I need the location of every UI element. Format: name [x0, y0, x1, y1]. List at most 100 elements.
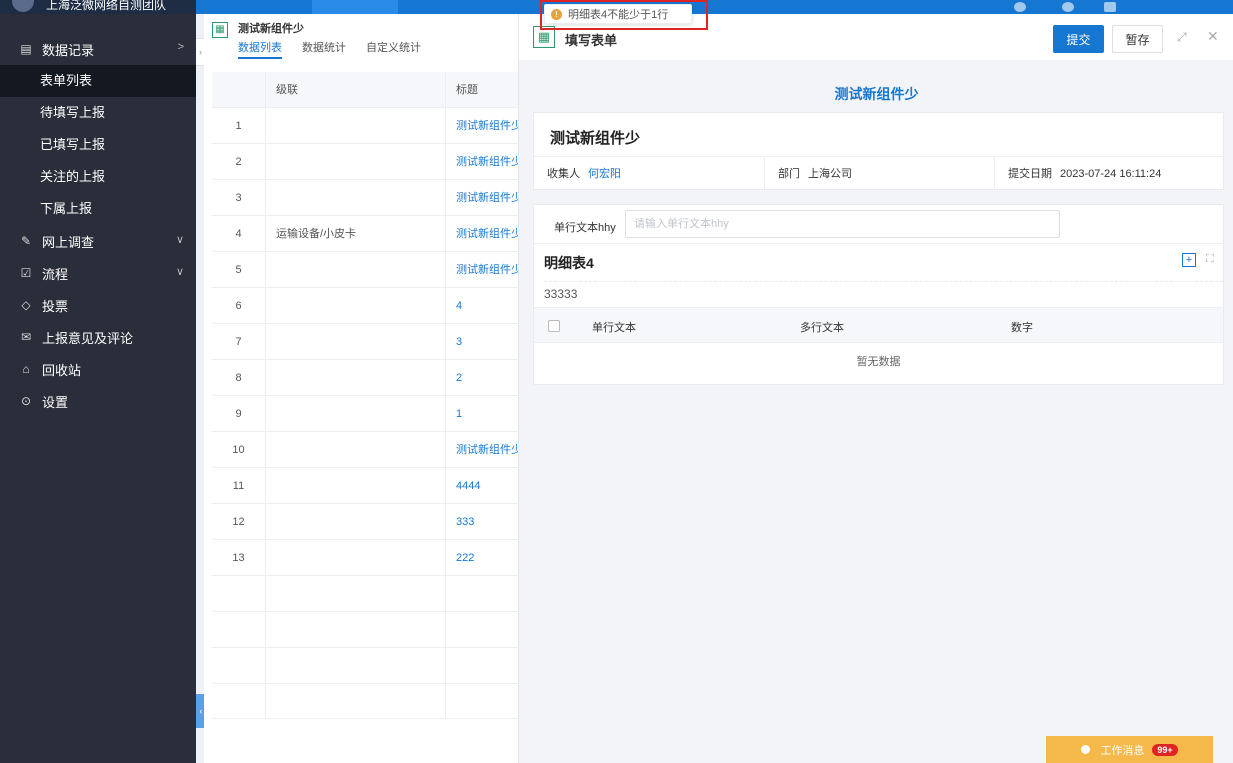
- sidebar-item-flow[interactable]: ☑ 流程 ∨: [0, 257, 196, 289]
- single-line-text-input[interactable]: [625, 210, 1060, 238]
- table-row[interactable]: 73: [212, 324, 518, 360]
- sidebar-item-survey[interactable]: ✎ 网上调查 ∨: [0, 225, 196, 257]
- toast-highlight-box: ! 明细表4不能少于1行: [540, 0, 708, 30]
- title-link[interactable]: 2: [446, 360, 518, 395]
- row-index: 10: [212, 432, 266, 467]
- title-link[interactable]: 测试新组件少: [446, 216, 518, 251]
- table-row[interactable]: 3 测试新组件少: [212, 180, 518, 216]
- comment-icon: ✉: [20, 330, 32, 344]
- column-header-title: 标题: [456, 84, 478, 96]
- empty-cell: [446, 648, 518, 683]
- list-tabs: 数据列表 数据统计 自定义统计: [238, 39, 441, 59]
- divider: [534, 156, 1223, 157]
- sidebar-item-label: 网上调查: [42, 234, 95, 250]
- column-header-number: 数字: [1011, 322, 1033, 334]
- close-icon[interactable]: ✕: [1207, 28, 1219, 45]
- table-row[interactable]: 11 4444: [212, 468, 518, 504]
- cascade-cell: [266, 108, 446, 143]
- form-panel-title: 填写表单: [565, 33, 618, 48]
- select-all-checkbox[interactable]: [548, 320, 560, 332]
- title-link[interactable]: 测试新组件少: [446, 180, 518, 215]
- sidebar-subitem-subordinate[interactable]: 下属上报: [0, 193, 196, 225]
- divider: [534, 243, 1223, 244]
- sidebar-item-settings[interactable]: ⊙ 设置: [0, 385, 196, 417]
- empty-cell: [446, 576, 518, 611]
- sidebar: ▤ 数据记录 > 表单列表 待填写上报 已填写上报 关注的上报 下属上报 ✎ 网…: [0, 14, 196, 763]
- sidebar-subitem-followed[interactable]: 关注的上报: [0, 161, 196, 193]
- row-index: 11: [212, 468, 266, 503]
- sidebar-subitem-filled[interactable]: 已填写上报: [0, 129, 196, 161]
- empty-cell: [212, 684, 266, 719]
- data-table: 级联 标题 1 测试新组件少 2 测试新组件少 3 测试新组件少 4 运输设备/小皮卡 测试新组…: [212, 72, 518, 720]
- table-row[interactable]: 13 222: [212, 540, 518, 576]
- tab-custom-stats[interactable]: 自定义统计: [366, 39, 421, 59]
- title-link[interactable]: 4444: [446, 468, 518, 503]
- expand-icon[interactable]: ⤢: [1177, 30, 1187, 45]
- title-link[interactable]: 1: [446, 396, 518, 431]
- submit-button[interactable]: 提交: [1053, 25, 1104, 53]
- sidebar-item-label: 回收站: [42, 362, 82, 378]
- edit-icon: ✎: [20, 234, 32, 248]
- tab-data-stats[interactable]: 数据统计: [302, 39, 346, 59]
- collector-value[interactable]: 何宏阳: [588, 168, 621, 180]
- avatar[interactable]: [12, 0, 34, 12]
- table-row[interactable]: 82: [212, 360, 518, 396]
- cascade-cell: [266, 504, 446, 539]
- row-index: 6: [212, 288, 266, 323]
- row-index: 5: [212, 252, 266, 287]
- empty-cell: [212, 648, 266, 683]
- table-row[interactable]: 64: [212, 288, 518, 324]
- title-link[interactable]: 4: [446, 288, 518, 323]
- empty-cell: [212, 612, 266, 647]
- table-row[interactable]: 5 测试新组件少: [212, 252, 518, 288]
- table-body: 1 测试新组件少 2 测试新组件少 3 测试新组件少 4 运输设备/小皮卡 测试新组件少 5 测试新…: [212, 108, 518, 720]
- top-active-tab[interactable]: [312, 0, 398, 14]
- chevron-down-icon: ∨: [175, 266, 184, 278]
- column-header-multi-text: 多行文本: [800, 322, 844, 334]
- title-link[interactable]: 3: [446, 324, 518, 359]
- table-row[interactable]: 1 测试新组件少: [212, 108, 518, 144]
- work-message-button[interactable]: 工作消息 99+: [1046, 736, 1213, 763]
- empty-cell: [266, 576, 446, 611]
- sidebar-subitem-to-fill[interactable]: 待填写上报: [0, 97, 196, 129]
- title-link[interactable]: 测试新组件少: [446, 432, 518, 467]
- sidebar-item-vote[interactable]: ◇ 投票: [0, 289, 196, 321]
- empty-cell: [212, 576, 266, 611]
- form-fields-card: 单行文本hhy 明细表4 + ⛶ 33333 单行文本 多行文本 数字 暂无数据: [533, 204, 1224, 385]
- table-row[interactable]: 4 运输设备/小皮卡 测试新组件少: [212, 216, 518, 252]
- dept-value: 上海公司: [808, 168, 852, 180]
- row-index: 12: [212, 504, 266, 539]
- table-row[interactable]: 2 测试新组件少: [212, 144, 518, 180]
- cascade-cell: [266, 396, 446, 431]
- cascade-cell: [266, 180, 446, 215]
- sidebar-item-data-records[interactable]: ▤ 数据记录 >: [0, 33, 196, 65]
- divider: [764, 157, 765, 190]
- top-bar-icon[interactable]: [1014, 2, 1026, 12]
- form-heading: 测试新组件少: [834, 86, 919, 102]
- sidebar-item-recycle[interactable]: ⌂ 回收站: [0, 353, 196, 385]
- title-link[interactable]: 222: [446, 540, 518, 575]
- tab-data-list[interactable]: 数据列表: [238, 39, 282, 59]
- table-row[interactable]: 10 测试新组件少: [212, 432, 518, 468]
- subtable-header: 单行文本 多行文本 数字: [534, 307, 1223, 343]
- sidebar-item-comments[interactable]: ✉ 上报意见及评论: [0, 321, 196, 353]
- save-draft-button[interactable]: 暂存: [1112, 25, 1163, 53]
- cascade-cell: [266, 540, 446, 575]
- top-bar-icon[interactable]: [1062, 2, 1074, 12]
- title-link[interactable]: 测试新组件少: [446, 252, 518, 287]
- title-link[interactable]: 测试新组件少: [446, 108, 518, 143]
- sidebar-item-label: 流程: [42, 266, 69, 282]
- table-row[interactable]: 91: [212, 396, 518, 432]
- title-link[interactable]: 333: [446, 504, 518, 539]
- title-link[interactable]: 测试新组件少: [446, 144, 518, 179]
- sidebar-subitem-form-list[interactable]: 表单列表: [0, 65, 196, 97]
- empty-table-row: [212, 612, 518, 648]
- fullscreen-icon[interactable]: ⛶: [1206, 253, 1214, 266]
- empty-cell: [266, 684, 446, 719]
- table-row[interactable]: 12 333: [212, 504, 518, 540]
- top-bar-icon[interactable]: [1104, 2, 1116, 12]
- message-count-badge: 99+: [1152, 743, 1178, 756]
- row-index: 7: [212, 324, 266, 359]
- dept-info: 部门 上海公司: [778, 165, 852, 181]
- add-row-icon[interactable]: +: [1182, 253, 1196, 267]
